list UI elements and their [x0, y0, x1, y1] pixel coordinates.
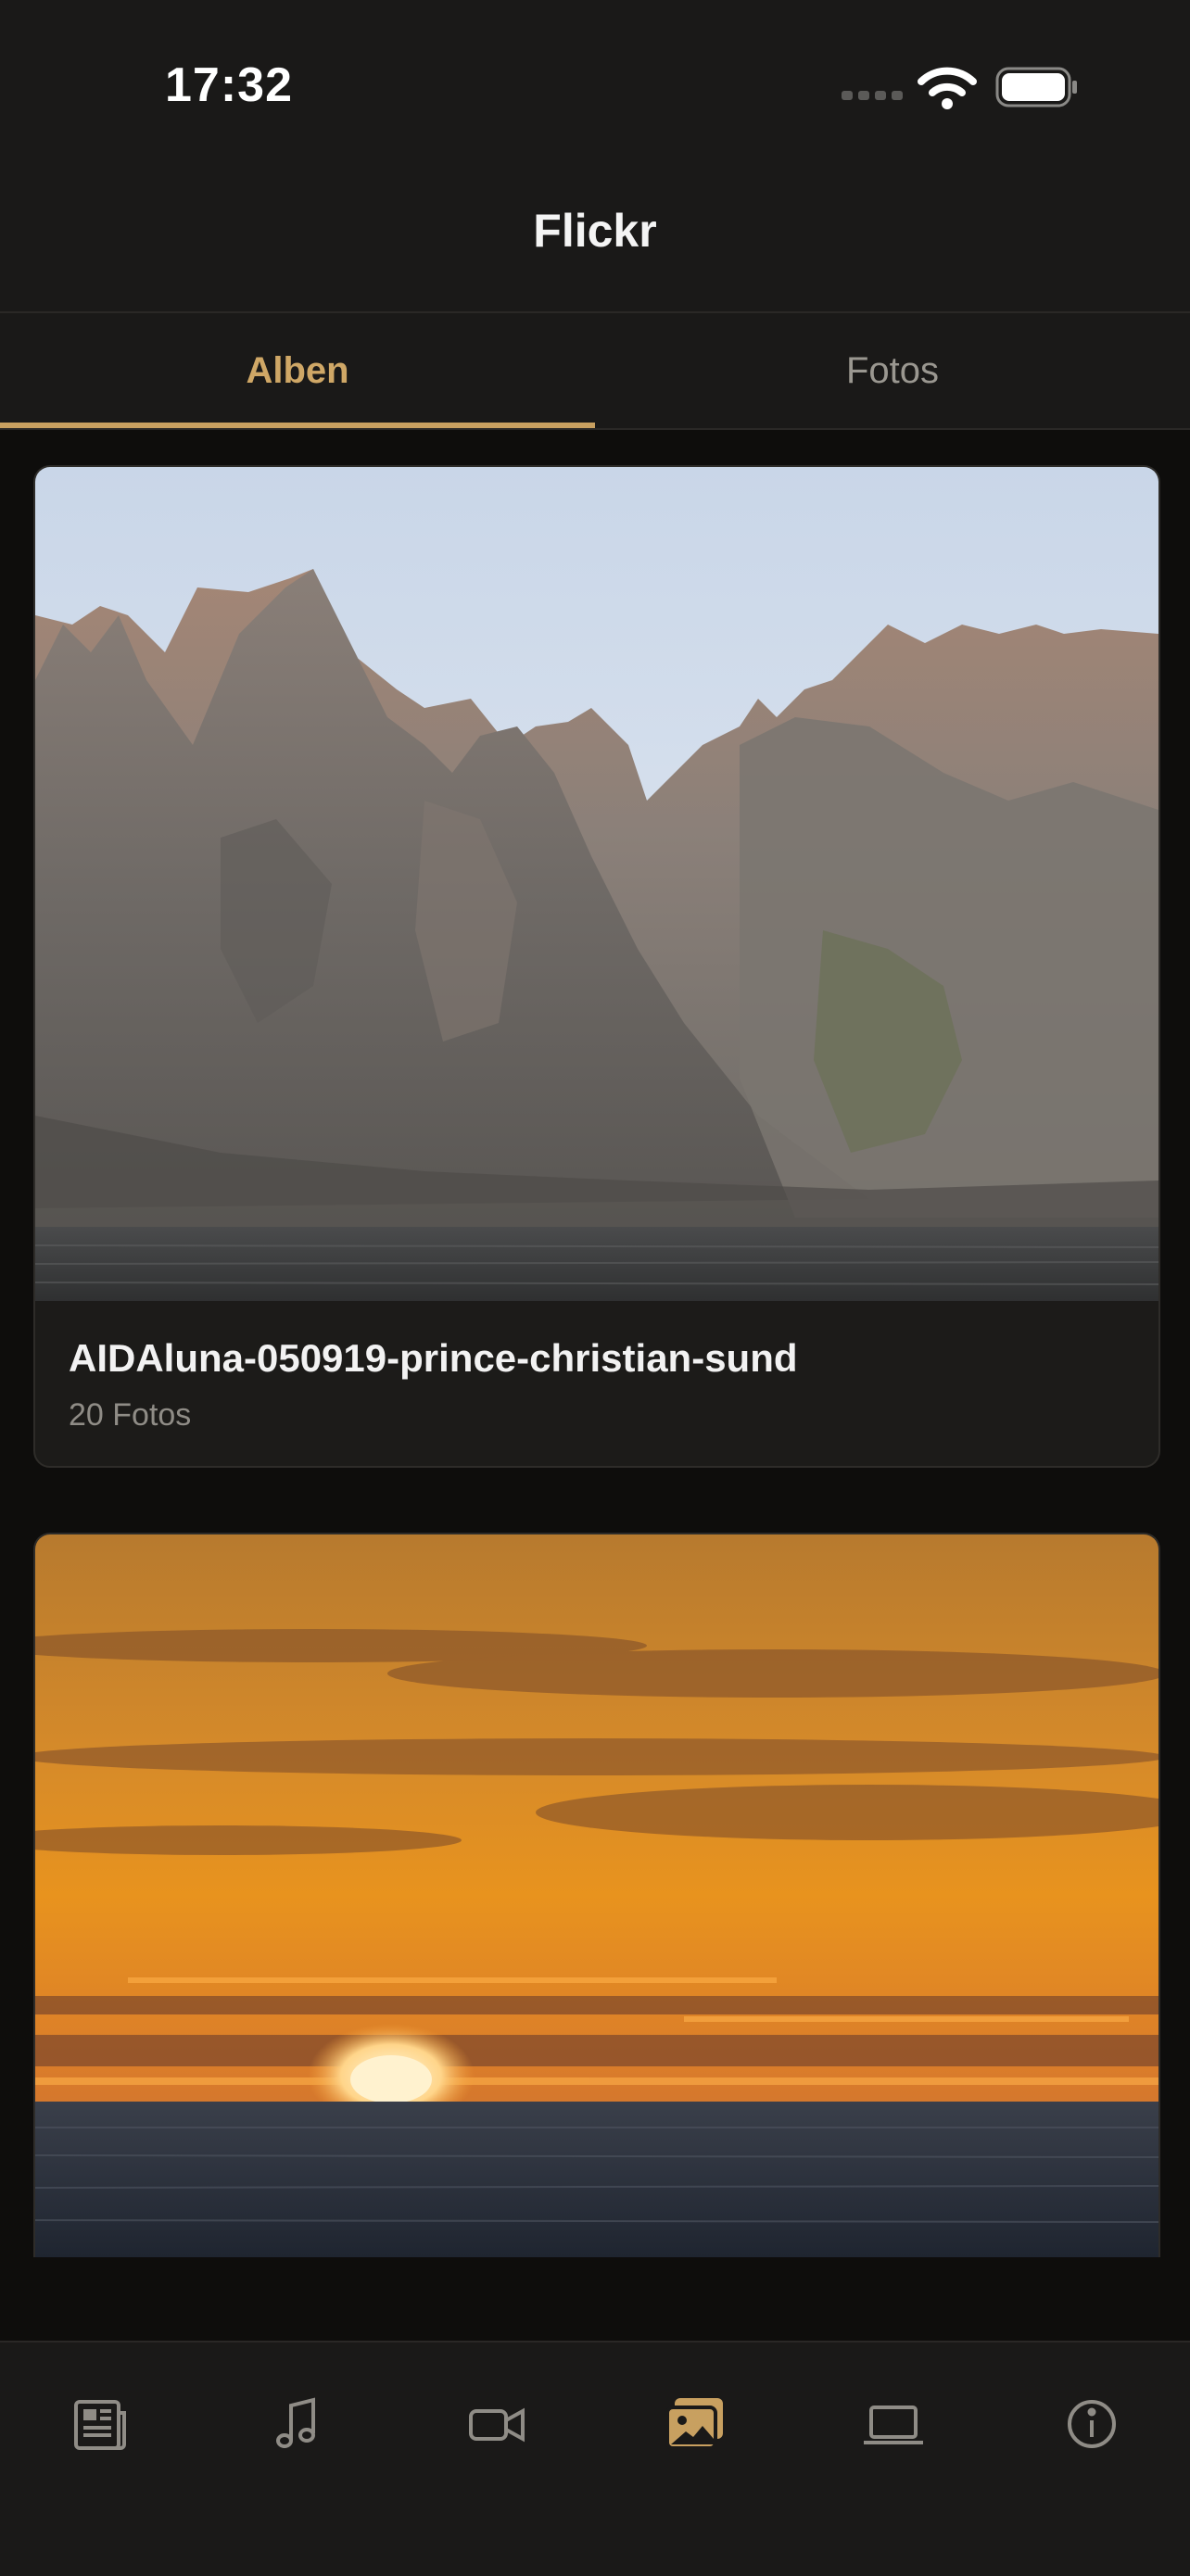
cellular-signal-icon: [842, 91, 905, 104]
laptop-icon: [864, 2406, 923, 2444]
album-photo-count: 20 Fotos: [69, 1397, 192, 1433]
battery-icon: [995, 67, 1077, 107]
photos-icon: [665, 2398, 723, 2450]
segment-tabs: Alben Fotos: [0, 313, 1190, 430]
video-icon: [469, 2407, 525, 2443]
tab-computer[interactable]: [856, 2387, 930, 2461]
tab-music[interactable]: [261, 2387, 335, 2461]
album-title: AIDAluna-050919-prince-christian-sund: [69, 1336, 798, 1380]
tab-fotos[interactable]: Fotos: [595, 313, 1190, 428]
tab-info[interactable]: [1055, 2387, 1129, 2461]
sunset-sea-photo: [35, 1534, 1158, 2257]
album-card[interactable]: [33, 1533, 1160, 2257]
wifi-icon: [918, 67, 977, 109]
page-title: Flickr: [533, 205, 657, 257]
bottom-tab-bar: [0, 2341, 1190, 2576]
music-icon: [276, 2397, 315, 2448]
tab-video[interactable]: [460, 2387, 534, 2461]
mountain-fjord-photo: [35, 467, 1158, 1301]
navigation-bar: Flickr: [0, 167, 1190, 313]
tab-photos[interactable]: [658, 2387, 732, 2461]
info-icon: [1068, 2400, 1116, 2448]
tab-alben[interactable]: Alben: [0, 313, 595, 428]
news-icon: [74, 2400, 126, 2450]
status-bar: 17:32: [0, 0, 1190, 167]
album-card[interactable]: AIDAluna-050919-prince-christian-sund 20…: [33, 465, 1160, 1468]
tab-news[interactable]: [63, 2387, 137, 2461]
tab-selection-indicator: [0, 423, 595, 428]
status-time: 17:32: [165, 58, 293, 112]
